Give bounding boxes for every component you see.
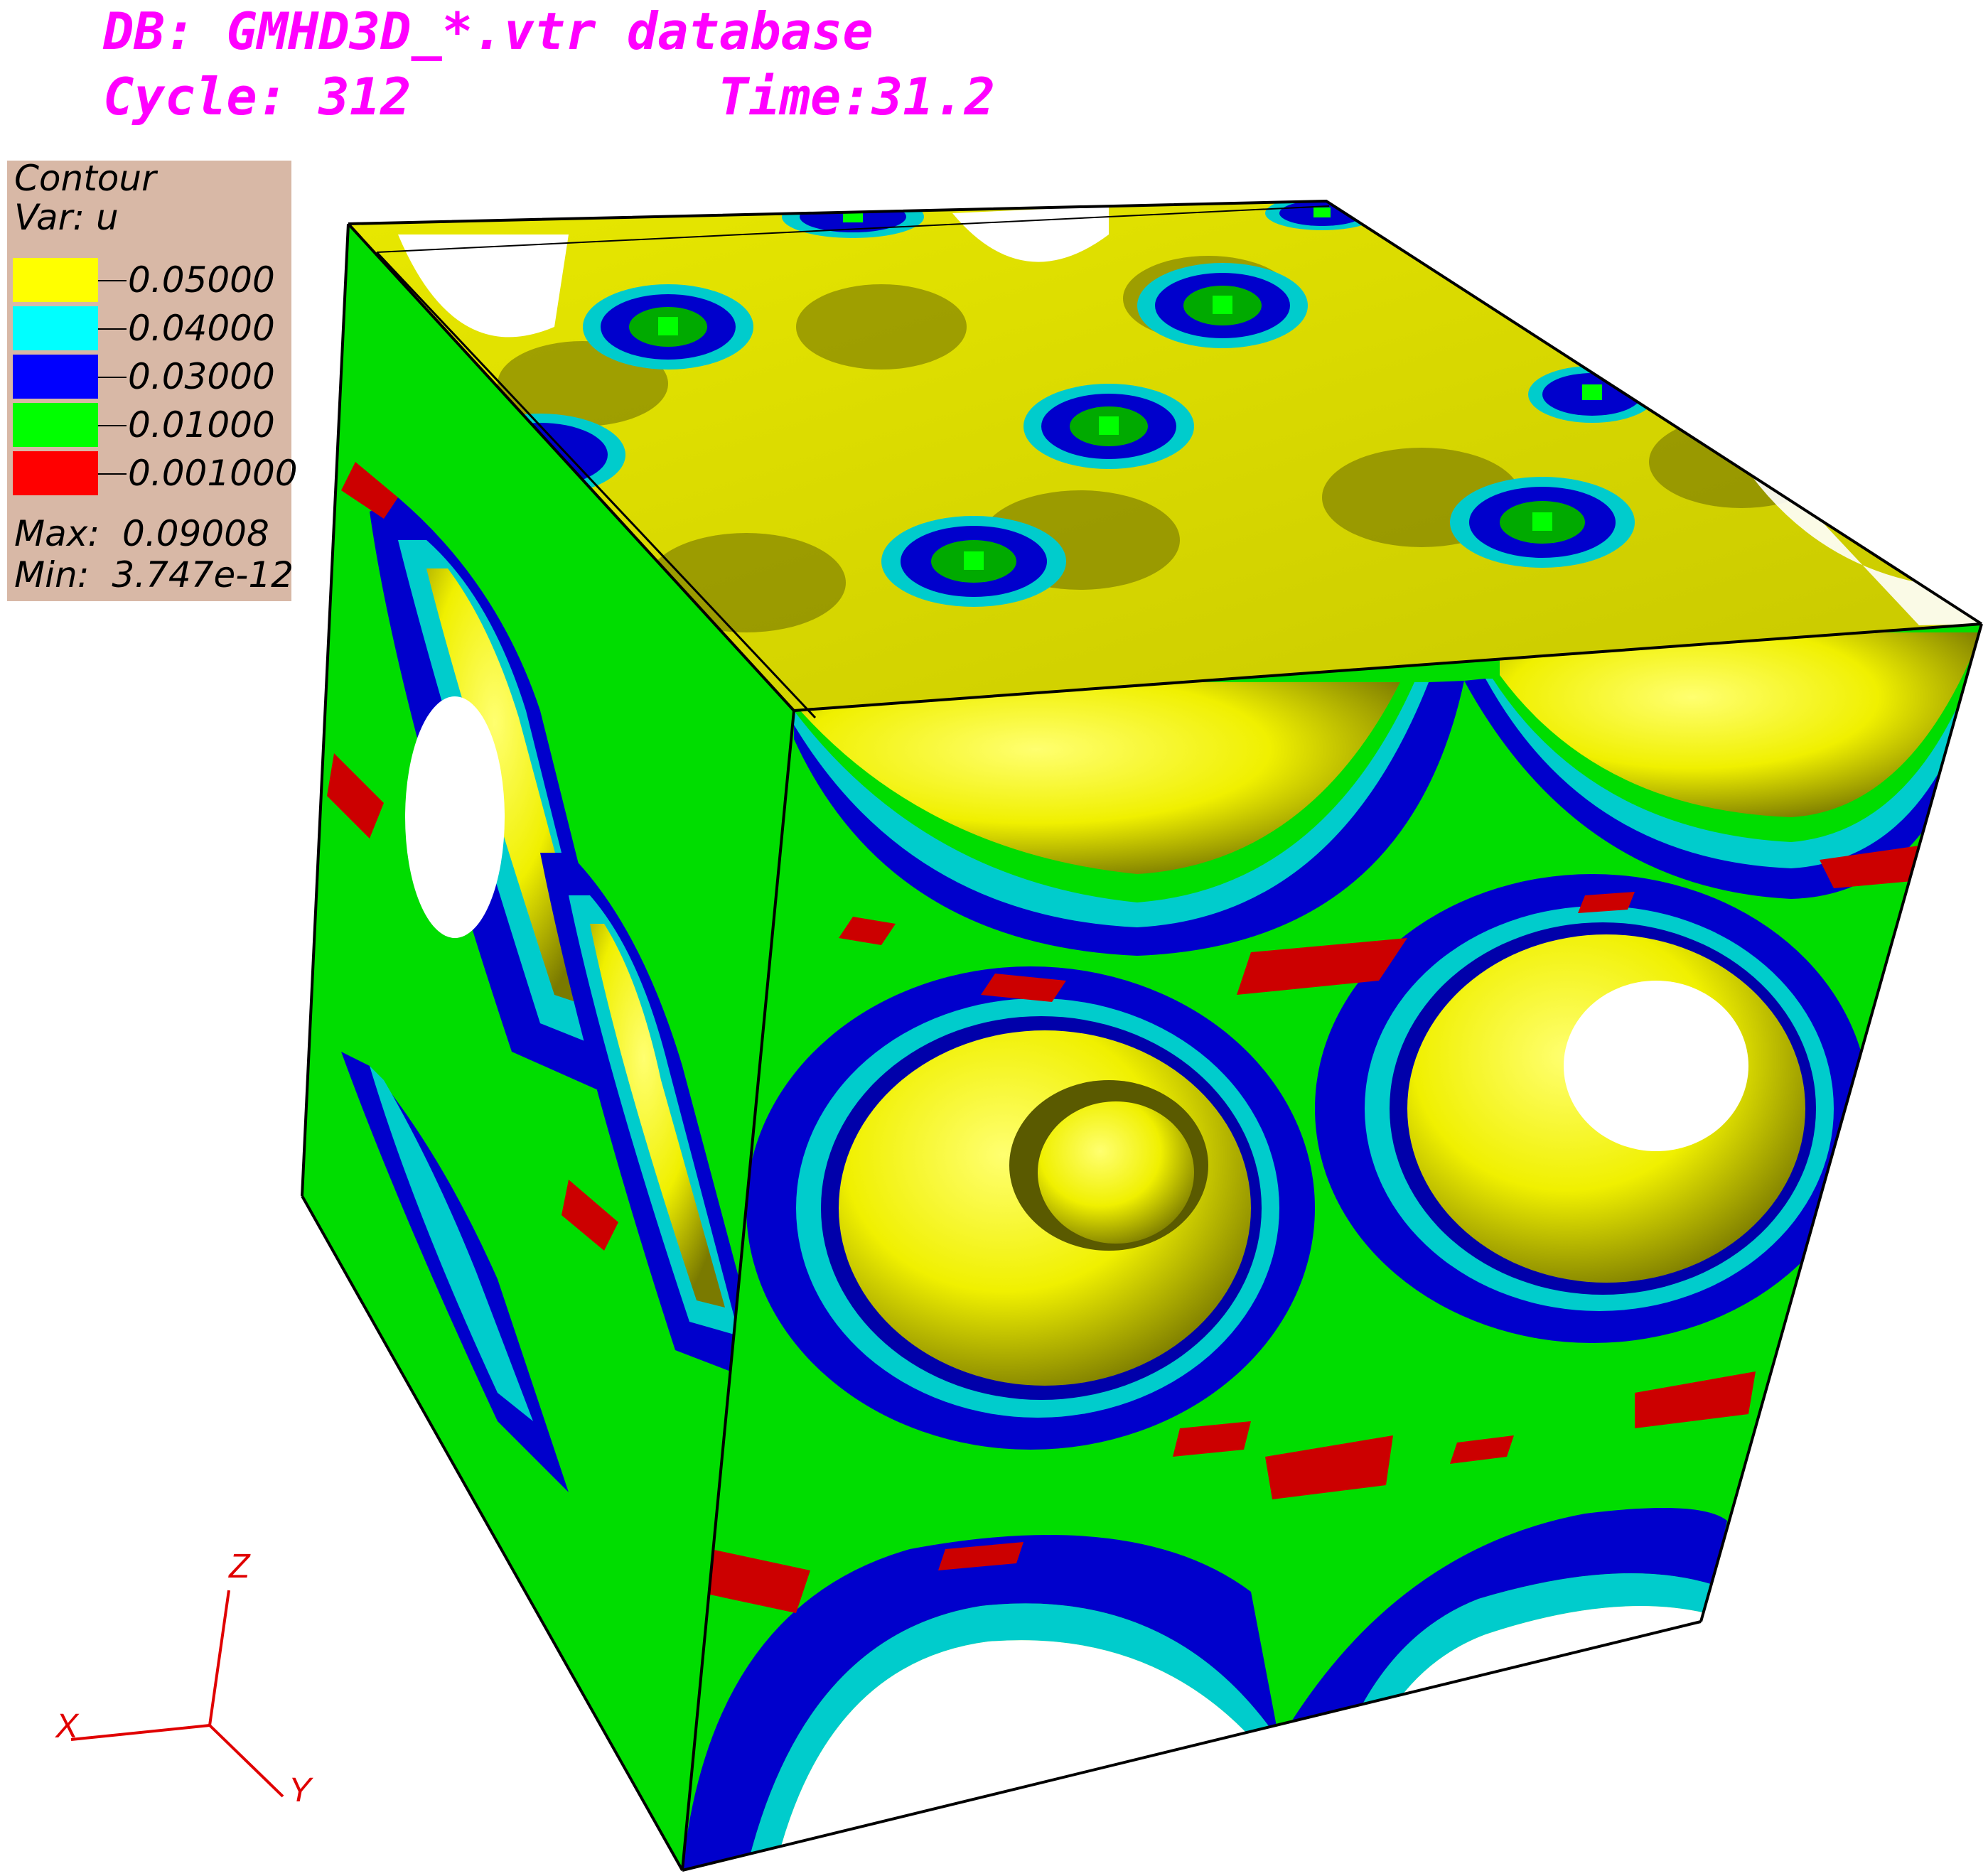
isosurface-render: Z X Y <box>55 199 1983 1872</box>
axis-label-x: X <box>55 1708 80 1745</box>
axis-label-y: Y <box>289 1772 313 1809</box>
axis-triad <box>70 1590 284 1798</box>
axis-label-z: Z <box>228 1548 251 1585</box>
front-opening-left <box>746 966 1315 1450</box>
front-face-surface <box>682 624 1982 1870</box>
